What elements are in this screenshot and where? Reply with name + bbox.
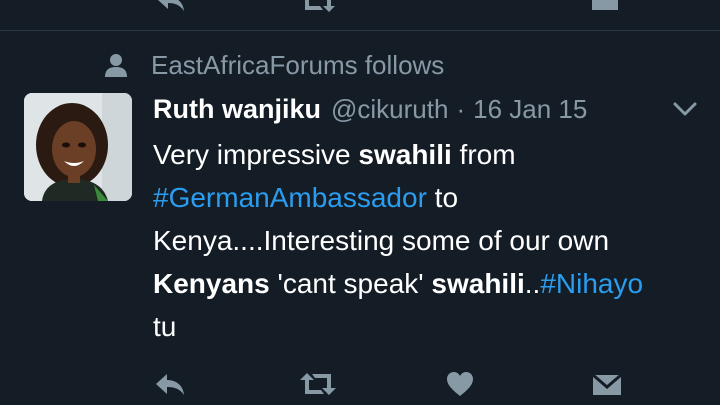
tweet-line: Very impressive swahili from [153,133,713,176]
retweet-icon[interactable] [300,373,336,395]
tweet-actions [0,362,720,405]
avatar-image [24,93,132,201]
text-span: to [426,182,459,213]
reply-icon[interactable] [156,0,186,12]
tweet-date[interactable]: 16 Jan 15 [473,94,587,125]
bold-text: swahili [431,268,525,299]
hashtag-nihayo[interactable]: #Nihayo [540,268,643,299]
tweet-line: Kenya....Interesting some of our own [153,219,713,262]
text-span: Kenya....Interesting some of our own [153,225,610,256]
tweet-header: Ruth wanjiku @cikuruth · 16 Jan 15 [153,92,587,126]
header-separator: · [456,93,466,124]
tweet-line: Kenyans 'cant speak' swahili..#Nihayo [153,262,713,305]
retweet-icon[interactable] [300,0,336,12]
author-name[interactable]: Ruth wanjiku [153,94,321,125]
message-icon[interactable] [591,368,623,400]
message-icon[interactable] [590,0,620,12]
tweet-line: #GermanAmbassador to [153,176,713,219]
text-span: 'cant speak' [269,268,432,299]
person-icon [105,54,127,77]
tweet-text: Very impressive swahili from #GermanAmba… [153,133,713,348]
previous-tweet-actions [0,0,720,12]
bold-text: swahili [358,139,452,170]
tweet-line: tu [153,305,713,348]
author-handle[interactable]: @cikuruth [331,94,448,125]
social-context[interactable]: EastAfricaForums follows [103,50,444,80]
reply-icon[interactable] [154,368,186,400]
tweet-divider [0,30,720,31]
text-span: Very impressive [153,139,359,170]
hashtag-german-ambassador[interactable]: #GermanAmbassador [153,182,427,213]
text-span: .. [524,268,541,299]
text-span: from [451,139,516,170]
like-icon[interactable] [445,368,475,400]
social-context-text: EastAfricaForums follows [151,49,445,80]
avatar[interactable] [24,93,132,201]
chevron-down-icon[interactable] [672,100,698,118]
bold-text: Kenyans [153,268,270,299]
text-span: tu [153,311,177,342]
